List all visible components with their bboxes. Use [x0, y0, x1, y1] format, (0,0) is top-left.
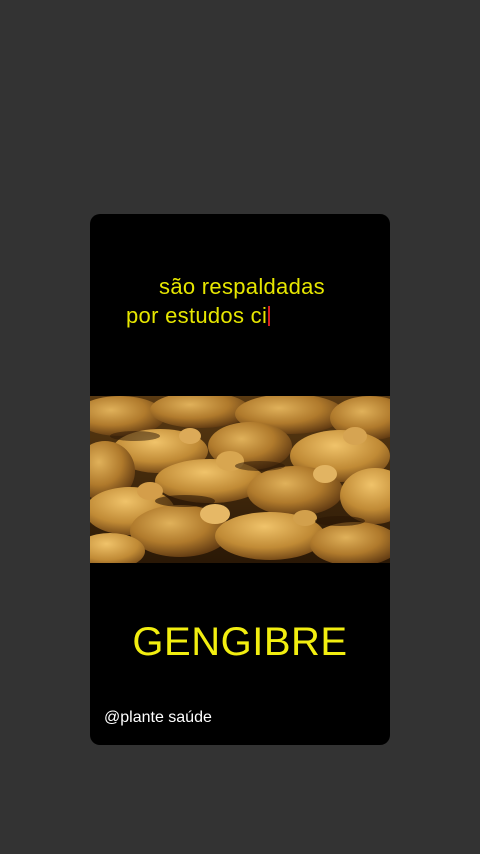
caption-line-2-wrapper: por estudos ci [90, 301, 390, 330]
caption: são respaldadas por estudos ci [90, 272, 390, 330]
screen: são respaldadas por estudos ci GENGIBRE … [0, 0, 480, 854]
ginger-roots-photo [90, 396, 390, 563]
text-cursor [268, 306, 271, 326]
story-card[interactable]: são respaldadas por estudos ci GENGIBRE … [90, 214, 390, 745]
title: GENGIBRE [132, 620, 348, 664]
account-handle[interactable]: @plante saúde [104, 708, 212, 728]
caption-line-2: por estudos ci [126, 303, 268, 328]
caption-line-1: são respaldadas [159, 274, 325, 299]
ginger-illustration [90, 396, 390, 563]
